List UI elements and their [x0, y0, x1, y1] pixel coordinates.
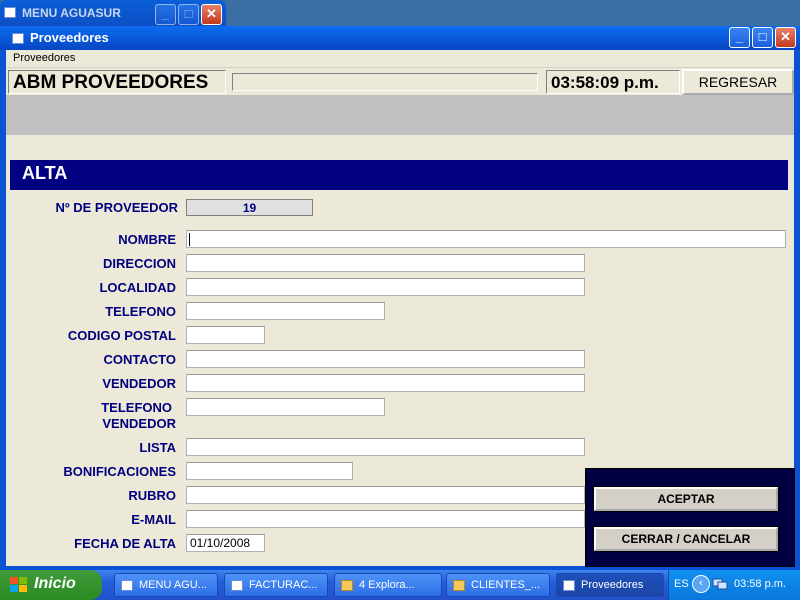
task-label: MENU AGU...: [139, 579, 207, 591]
windows-logo-icon: [10, 577, 27, 592]
vendedor-input[interactable]: [186, 374, 585, 392]
network-icon[interactable]: [712, 577, 728, 591]
language-indicator[interactable]: ES: [674, 578, 689, 590]
aceptar-button[interactable]: ACEPTAR: [593, 486, 779, 512]
nombre-input[interactable]: [186, 230, 786, 248]
maximize-button[interactable]: □: [178, 4, 199, 25]
header-toolbar: ABM PROVEEDORES 03:58:09 p.m. REGRESAR: [6, 69, 794, 95]
folder-icon: [341, 580, 353, 591]
task-facturacion[interactable]: FACTURAC...: [224, 573, 328, 597]
lista-input[interactable]: [186, 438, 585, 456]
contacto-input[interactable]: [186, 350, 585, 368]
maximize-button[interactable]: □: [752, 27, 773, 48]
chevron-left-icon[interactable]: ‹: [692, 575, 710, 593]
gray-band: [6, 95, 794, 135]
localidad-label: LOCALIDAD: [99, 280, 176, 295]
window-icon: [12, 33, 24, 44]
clock-display: 03:58:09 p.m.: [546, 70, 680, 94]
task-proveedores[interactable]: Proveedores: [556, 573, 664, 597]
vendedor-label: VENDEDOR: [102, 376, 176, 391]
close-button[interactable]: ✕: [201, 4, 222, 25]
contacto-label: CONTACTO: [103, 352, 176, 367]
action-button-panel: ACEPTAR CERRAR / CANCELAR: [585, 468, 795, 567]
window-titlebar[interactable]: Proveedores _ □ ✕: [0, 26, 800, 50]
close-button[interactable]: ✕: [775, 27, 796, 48]
abm-title: ABM PROVEEDORES: [8, 70, 226, 94]
minimize-button[interactable]: _: [155, 4, 176, 25]
codigo-postal-label: CODIGO POSTAL: [67, 328, 176, 343]
taskbar: Inicio MENU AGU... FACTURAC... 4 Explora…: [0, 570, 800, 600]
direccion-label: DIRECCION: [103, 256, 176, 271]
lista-label: LISTA: [139, 440, 176, 455]
bonificaciones-input[interactable]: [186, 462, 353, 480]
task-clientes[interactable]: CLIENTES_...: [446, 573, 550, 597]
email-label: E-MAIL: [131, 512, 176, 527]
task-menu-aguasur[interactable]: MENU AGU...: [114, 573, 218, 597]
rubro-input[interactable]: [186, 486, 585, 504]
minimize-button[interactable]: _: [729, 27, 750, 48]
nro-proveedor-label: Nº DE PROVEEDOR: [55, 200, 179, 215]
task-label: FACTURAC...: [249, 579, 318, 591]
app-icon: [453, 580, 465, 591]
direccion-input[interactable]: [186, 254, 585, 272]
task-label: CLIENTES_...: [471, 579, 541, 591]
rubro-label: RUBRO: [128, 488, 176, 503]
window-icon: [121, 580, 133, 591]
localidad-input[interactable]: [186, 278, 585, 296]
window-icon: [4, 7, 16, 18]
menubar: Proveedores: [6, 50, 794, 68]
telefono-input[interactable]: [186, 302, 385, 320]
cerrar-cancelar-button[interactable]: CERRAR / CANCELAR: [593, 526, 779, 552]
background-window-titlebar[interactable]: MENU AGUASUR _ □ ✕: [0, 0, 226, 26]
section-title: ALTA: [10, 160, 788, 190]
task-label: Proveedores: [581, 579, 644, 591]
start-label: Inicio: [34, 575, 76, 592]
nro-proveedor-value: 19: [186, 199, 313, 216]
telefono-vendedor-label-line2: VENDEDOR: [102, 416, 176, 431]
fecha-alta-label: FECHA DE ALTA: [74, 536, 176, 551]
telefono-vendedor-label-line1: TELEFONO: [101, 400, 172, 415]
task-explorador-group[interactable]: 4 Explora...: [334, 573, 442, 597]
telefono-vendedor-input[interactable]: [186, 398, 385, 416]
fecha-alta-input[interactable]: 01/10/2008: [186, 534, 265, 552]
telefono-label: TELEFONO: [105, 304, 176, 319]
start-button[interactable]: Inicio: [0, 570, 102, 600]
email-input[interactable]: [186, 510, 585, 528]
window-title: Proveedores: [30, 30, 109, 45]
status-box: [232, 73, 538, 91]
codigo-postal-input[interactable]: [186, 326, 265, 344]
nombre-label: NOMBRE: [118, 232, 176, 247]
taskbar-clock: 03:58 p.m.: [734, 578, 786, 590]
bonificaciones-label: BONIFICACIONES: [63, 464, 176, 479]
window-icon: [563, 580, 575, 591]
menu-item-proveedores[interactable]: Proveedores: [13, 52, 75, 64]
background-window-title: MENU AGUASUR: [22, 6, 121, 20]
regresar-button[interactable]: REGRESAR: [682, 69, 794, 95]
task-label: 4 Explora...: [359, 579, 415, 591]
window-icon: [231, 580, 243, 591]
